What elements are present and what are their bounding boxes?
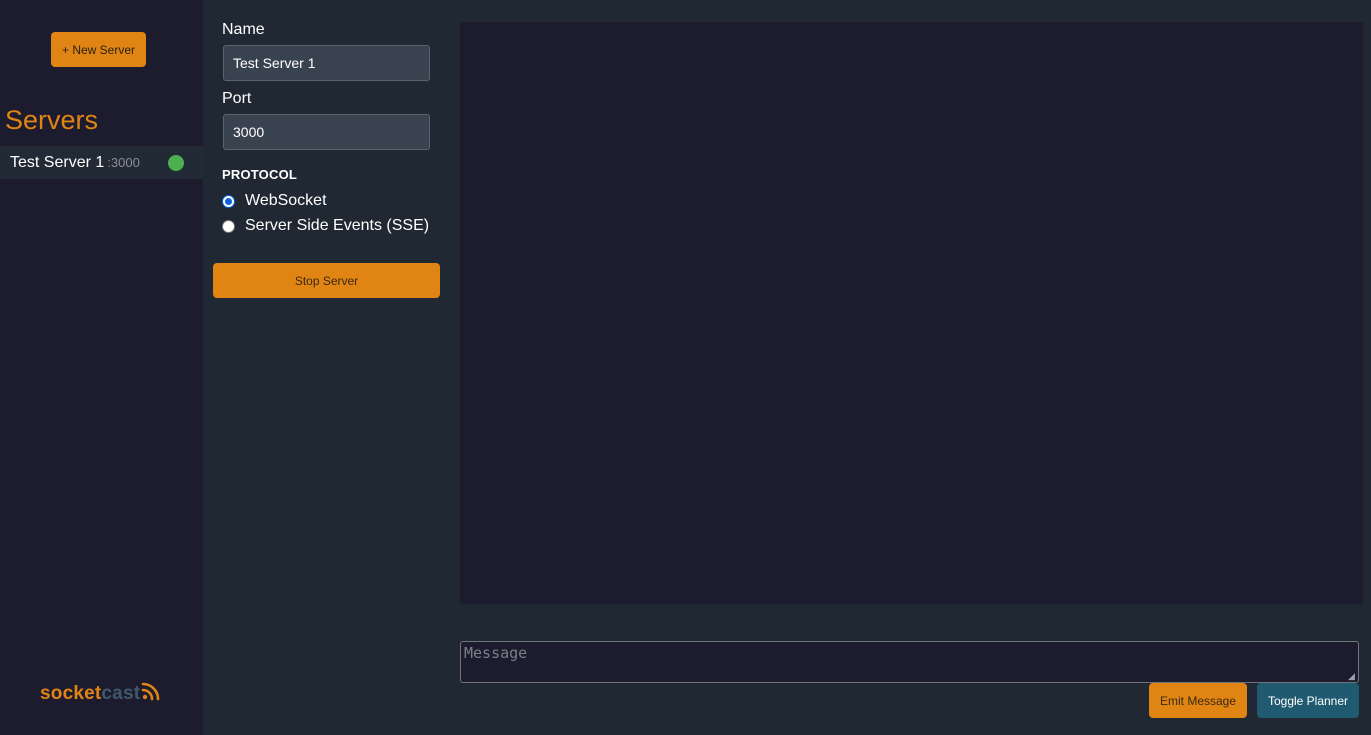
new-server-button[interactable]: + New Server bbox=[51, 32, 146, 67]
websocket-radio-label: WebSocket bbox=[245, 192, 327, 209]
name-label: Name bbox=[222, 21, 265, 38]
toggle-planner-button[interactable]: Toggle Planner bbox=[1257, 683, 1359, 718]
logo-text-cast: cast bbox=[101, 683, 141, 704]
server-list-item[interactable]: Test Server 1 :3000 bbox=[0, 146, 203, 179]
emit-message-button[interactable]: Emit Message bbox=[1149, 683, 1247, 718]
rss-icon bbox=[141, 681, 161, 707]
message-input[interactable] bbox=[460, 641, 1359, 683]
server-name: Test Server 1 bbox=[10, 153, 105, 171]
protocol-label: PROTOCOL bbox=[222, 167, 298, 182]
websocket-radio[interactable] bbox=[222, 194, 235, 208]
message-log-panel bbox=[460, 22, 1363, 604]
sse-radio[interactable] bbox=[222, 219, 235, 233]
logo-text-socket: socket bbox=[40, 683, 102, 704]
stop-server-button[interactable]: Stop Server bbox=[213, 263, 440, 298]
sidebar: + New Server Servers Test Server 1 :3000… bbox=[0, 0, 203, 735]
server-config-panel: Name Port PROTOCOL WebSocket Server Side… bbox=[203, 0, 450, 735]
server-name-input[interactable] bbox=[223, 45, 430, 81]
servers-heading: Servers bbox=[5, 105, 99, 135]
port-input[interactable] bbox=[223, 114, 430, 150]
resize-handle-icon[interactable]: ◢ bbox=[1348, 672, 1357, 681]
sse-radio-label: Server Side Events (SSE) bbox=[245, 217, 430, 234]
protocol-option-sse[interactable]: Server Side Events (SSE) bbox=[222, 217, 429, 235]
app-logo: socket cast bbox=[40, 680, 161, 708]
app-root: + New Server Servers Test Server 1 :3000… bbox=[0, 0, 1371, 735]
server-status-indicator bbox=[168, 155, 184, 171]
port-label: Port bbox=[222, 90, 252, 107]
protocol-option-websocket[interactable]: WebSocket bbox=[222, 192, 327, 210]
server-port: :3000 bbox=[107, 155, 140, 170]
